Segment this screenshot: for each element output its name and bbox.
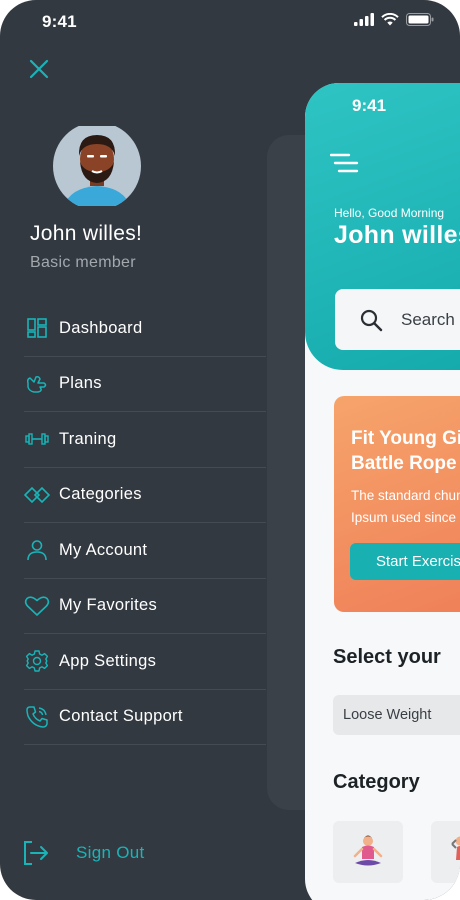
yoga-icon: [353, 835, 383, 866]
menu-item-label: Dashboard: [59, 318, 143, 337]
promo-card[interactable]: Fit Young Girl Battle Rope The standard …: [334, 396, 460, 612]
wifi-icon: [381, 13, 399, 26]
menu-item-label: Categories: [59, 485, 142, 504]
main-status-time: 9:41: [352, 96, 387, 115]
category-card-yoga[interactable]: [333, 821, 403, 883]
greeting-text: Hello, Good Morning: [334, 206, 445, 220]
promo-title: Fit Young Girl Battle Rope: [351, 426, 460, 476]
menu-item-label: Plans: [59, 374, 102, 393]
battery-icon: [406, 13, 434, 26]
user-icon: [24, 537, 50, 563]
phone-icon: [24, 704, 50, 730]
main-user-name: John willes: [334, 221, 460, 249]
drawer-panel: 9:41 John willes! Basic member Dashboard…: [0, 0, 460, 900]
promo-description: The standard chunk Ipsum used since: [351, 485, 460, 529]
drawer-menu: Dashboard Plans Traning Categories My Ac…: [24, 301, 266, 745]
menu-item-label: My Favorites: [59, 596, 158, 615]
dumbbell-icon: [24, 426, 50, 452]
categories-icon: [24, 482, 50, 508]
avatar: [53, 126, 141, 206]
promo-desc-line2: Ipsum used since: [351, 510, 457, 525]
menu-item-plans[interactable]: Plans: [24, 357, 266, 412]
promo-title-line2: Battle Rope: [351, 453, 457, 474]
sign-out-icon: [24, 841, 48, 865]
plans-icon: [24, 371, 50, 397]
category-card-fitness[interactable]: [431, 821, 460, 883]
menu-item-categories[interactable]: Categories: [24, 468, 266, 523]
promo-title-line1: Fit Young Girl: [351, 428, 460, 449]
user-name: John willes!: [30, 222, 143, 245]
search-box[interactable]: Search: [335, 289, 460, 350]
menu-item-label: My Account: [59, 540, 148, 559]
status-icons: [354, 13, 434, 26]
close-icon[interactable]: [26, 56, 52, 82]
menu-item-app-settings[interactable]: App Settings: [24, 634, 266, 690]
hamburger-menu-icon[interactable]: [330, 153, 360, 175]
select-goal-heading: Select your: [333, 646, 441, 668]
menu-item-my-favorites[interactable]: My Favorites: [24, 579, 266, 634]
menu-item-my-account[interactable]: My Account: [24, 523, 266, 579]
membership-label: Basic member: [30, 254, 136, 271]
menu-item-dashboard[interactable]: Dashboard: [24, 301, 266, 357]
sign-out-label: Sign Out: [76, 843, 145, 862]
menu-item-label: Traning: [59, 429, 117, 448]
heart-icon: [24, 593, 50, 619]
start-exercise-button[interactable]: Start Exercise: [350, 543, 460, 580]
sign-out-button[interactable]: Sign Out: [22, 840, 145, 866]
menu-item-traning[interactable]: Traning: [24, 412, 266, 468]
fitness-icon: [451, 836, 460, 860]
promo-desc-line1: The standard chunk: [351, 488, 460, 503]
signal-icon: [354, 13, 374, 26]
dashboard-icon: [24, 315, 50, 341]
search-icon: [360, 309, 383, 331]
category-heading: Category: [333, 771, 420, 793]
gear-icon: [24, 648, 50, 674]
status-bar: 9:41: [0, 0, 460, 46]
goal-chip-loose-weight[interactable]: Loose Weight: [333, 695, 460, 735]
main-screen-preview[interactable]: 9:41 Hello, Good Morning John willes Sea…: [305, 83, 460, 900]
search-placeholder: Search: [401, 309, 455, 329]
status-time: 9:41: [42, 12, 77, 31]
menu-item-contact-support[interactable]: Contact Support: [24, 690, 266, 745]
menu-item-label: App Settings: [59, 651, 157, 670]
menu-item-label: Contact Support: [59, 707, 183, 726]
